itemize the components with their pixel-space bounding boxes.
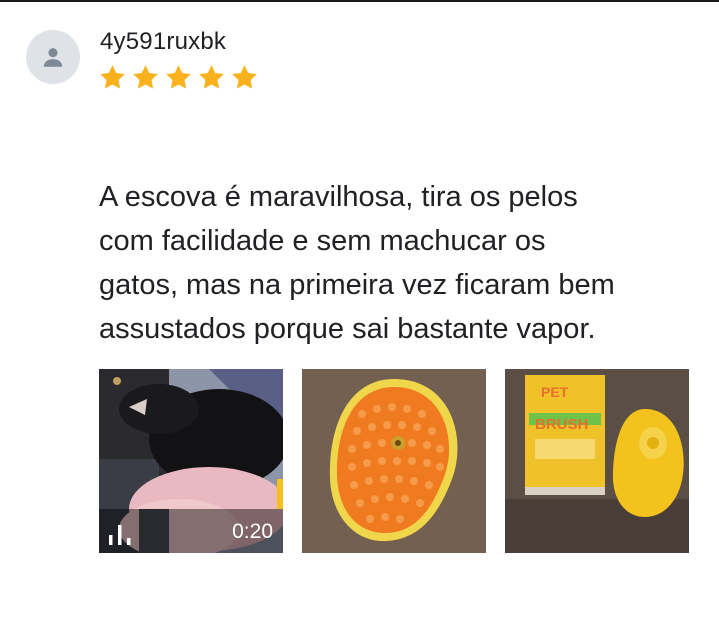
orange-brush-photo (302, 369, 486, 553)
star-rating (98, 63, 259, 92)
video-duration: 0:20 (232, 520, 273, 543)
review-text-line: gatos, mas na primeira vez ficaram bem (99, 269, 615, 301)
star-icon (100, 65, 125, 89)
star-icon (166, 65, 191, 89)
star-icon (199, 65, 224, 89)
avatar (26, 30, 80, 84)
video-thumbnail[interactable]: 0:20 (99, 369, 283, 553)
photo-thumbnail[interactable]: PET BRUSH (505, 369, 689, 553)
review-text: A escova é maravilhosa, tira os pelos co… (99, 175, 689, 351)
video-bars-icon (109, 525, 131, 545)
top-divider (0, 0, 719, 2)
yellow-brush-box-photo: PET BRUSH (505, 369, 689, 553)
star-icon (232, 65, 257, 89)
star-icon (133, 65, 158, 89)
reviewer-name[interactable]: 4y591ruxbk (100, 28, 226, 56)
photo-thumbnail[interactable] (302, 369, 486, 553)
review-text-line: A escova é maravilhosa, tira os pelos (99, 181, 578, 213)
review-text-line: com facilidade e sem machucar os (99, 225, 546, 257)
review-text-line: assustados porque sai bastante vapor. (99, 313, 596, 345)
box-brand-text-top: PET (541, 384, 569, 400)
user-icon (43, 48, 63, 67)
box-brand-text-bottom: BRUSH (535, 416, 588, 433)
